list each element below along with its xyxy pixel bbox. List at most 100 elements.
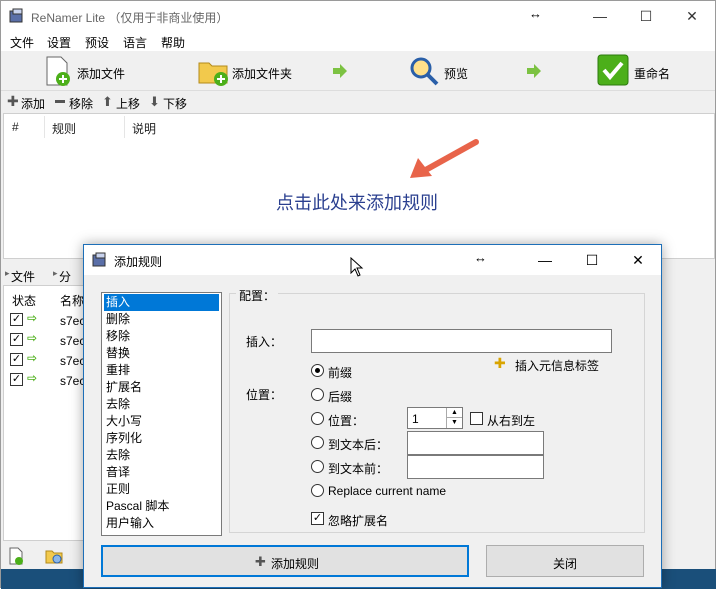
rule-item-regex[interactable]: 正则 [104,481,219,498]
rule-item-extension[interactable]: 扩展名 [104,379,219,396]
annotation-arrow-icon [410,139,479,178]
move-down-button[interactable]: ⬇ 下移 [149,91,193,111]
arrow-right-icon [527,64,541,78]
column-header-rule[interactable]: 规则 [52,120,76,137]
menu-file[interactable]: 文件 [10,34,34,51]
right-to-left-box[interactable] [470,412,483,425]
right-to-left-checkbox[interactable]: 从右到左 [470,410,550,428]
rule-item-delete[interactable]: 删除 [104,311,219,328]
puzzle-icon: ✚ [494,355,506,371]
row-checkbox[interactable]: ✓ [10,373,23,386]
add-rule-hint[interactable]: 点击此处来添加规则 [276,189,438,215]
table-row[interactable]: ✓ ⇨ s7ec [4,330,88,350]
radio-before-text-dot[interactable] [311,460,324,473]
add-rule-tool-label: 添加 [21,97,46,111]
dialog-minimize-button[interactable]: — [522,245,568,275]
menu-settings[interactable]: 设置 [47,34,71,51]
position-stepper[interactable]: 1 ▲ ▼ [407,407,463,429]
rule-item-rearrange[interactable]: 重排 [104,362,219,379]
add-file-small-icon[interactable] [7,547,25,565]
radio-position-label: 位置： [328,414,365,428]
radio-replace-name[interactable]: Replace current name [311,482,471,500]
radio-before-text[interactable]: 到文本前： [311,458,401,476]
radio-after-text[interactable]: 到文本后： [311,434,401,452]
rule-item-clean[interactable]: 去除 [104,447,219,464]
remove-rule-tool-button[interactable]: 移除 [55,91,99,111]
row-checkbox[interactable]: ✓ [10,333,23,346]
menu-presets[interactable]: 预设 [85,34,109,51]
row-checkbox[interactable]: ✓ [10,353,23,366]
row-checkbox[interactable]: ✓ [10,313,23,326]
preview-button[interactable]: 预览 [406,53,476,89]
minus-icon [55,100,65,103]
add-rule-button[interactable]: ✚ 添加规则 [101,545,469,577]
table-row[interactable]: ✓ ⇨ s7ec [4,370,88,390]
add-files-button[interactable]: 添加文件 [39,53,149,89]
rule-item-serialize[interactable]: 序列化 [104,430,219,447]
dialog-close-button[interactable]: ✕ [615,245,661,275]
after-text-input[interactable] [407,431,544,455]
rule-item-user-input[interactable]: 用户输入 [104,515,219,532]
menu-help[interactable]: 帮助 [161,34,185,51]
radio-position[interactable]: 位置： [311,410,391,428]
rename-button[interactable]: 重命名 [597,53,677,89]
column-header-status[interactable]: 状态 [12,292,36,309]
table-row[interactable]: ✓ ⇨ s7ec [4,350,88,370]
app-logo-icon [9,8,23,23]
stepper-down-icon[interactable]: ▼ [446,418,462,428]
window-title: ReNamer Lite （仅用于非商业使用） [31,11,229,25]
radio-prefix[interactable]: 前缀 [311,362,391,380]
rule-type-list[interactable]: 插入 删除 移除 替换 重排 扩展名 去除 大小写 序列化 去除 音译 正则 P… [101,292,222,536]
column-header-description[interactable]: 说明 [132,120,156,137]
tab-analyze[interactable]: 分 [59,268,71,285]
rule-item-case[interactable]: 大小写 [104,413,219,430]
tab-arrow-icon: ▸ [5,268,10,278]
magnifier-icon [410,57,439,86]
ignore-extension-box[interactable]: ✓ [311,512,324,525]
rules-table[interactable]: # 规则 说明 点击此处来添加规则 [3,113,715,259]
dialog-title: 添加规则 [114,255,163,269]
files-table[interactable]: 状态 名称 ✓ ⇨ s7ec ✓ ⇨ s7ec ✓ ⇨ s7ec ✓ ⇨ s7e… [3,285,87,541]
tab-arrow-icon: ▸ [53,268,58,278]
radio-prefix-dot[interactable] [311,364,324,377]
rule-item-insert[interactable]: 插入 [104,294,219,311]
radio-suffix-label: 后缀 [328,390,353,404]
rule-item-strip[interactable]: 去除 [104,396,219,413]
plus-icon: ✚ [7,93,19,109]
stepper-up-icon[interactable]: ▲ [446,408,462,418]
tab-files[interactable]: 文件 [11,268,35,285]
column-header-index[interactable]: # [12,120,19,134]
ignore-extension-checkbox[interactable]: ✓ 忽略扩展名 [311,510,411,528]
insert-meta-tag-label: 插入元信息标签 [515,359,600,373]
move-up-button[interactable]: ⬆ 上移 [102,91,146,111]
rule-item-replace[interactable]: 替换 [104,345,219,362]
insert-text-input[interactable] [311,329,612,353]
radio-suffix-dot[interactable] [311,388,324,401]
rule-item-pascal-script[interactable]: Pascal 脚本 [104,498,219,515]
radio-replace-name-dot[interactable] [311,484,324,497]
rule-item-remove[interactable]: 移除 [104,328,219,345]
rule-item-transliterate[interactable]: 音译 [104,464,219,481]
close-dialog-button[interactable]: 关闭 [486,545,644,577]
add-rule-tool-button[interactable]: ✚ 添加 [7,91,51,111]
radio-suffix[interactable]: 后缀 [311,386,391,404]
close-button[interactable]: ✕ [669,1,715,31]
table-row[interactable]: ✓ ⇨ s7ec [4,310,88,330]
radio-position-dot[interactable] [311,412,324,425]
radio-after-text-dot[interactable] [311,436,324,449]
column-header-name[interactable]: 名称 [60,292,84,309]
dialog-maximize-button[interactable]: ☐ [569,245,615,275]
maximize-button[interactable]: ☐ [623,1,669,31]
add-folders-label: 添加文件夹 [232,67,293,81]
add-folders-button[interactable]: 添加文件夹 [195,53,325,89]
menu-bar: 文件 设置 预设 语言 帮助 [1,31,715,51]
add-folder-small-icon[interactable] [45,547,63,565]
file-name: s7ec [60,334,86,348]
insert-meta-tag-button[interactable]: ✚ 插入元信息标签 [494,355,614,373]
status-arrow-icon: ⇨ [27,331,38,345]
add-file-icon [46,56,70,86]
before-text-input[interactable] [407,455,544,479]
arrow-down-icon: ⬇ [149,94,160,109]
minimize-button[interactable]: — [577,1,623,31]
menu-language[interactable]: 语言 [123,34,147,51]
